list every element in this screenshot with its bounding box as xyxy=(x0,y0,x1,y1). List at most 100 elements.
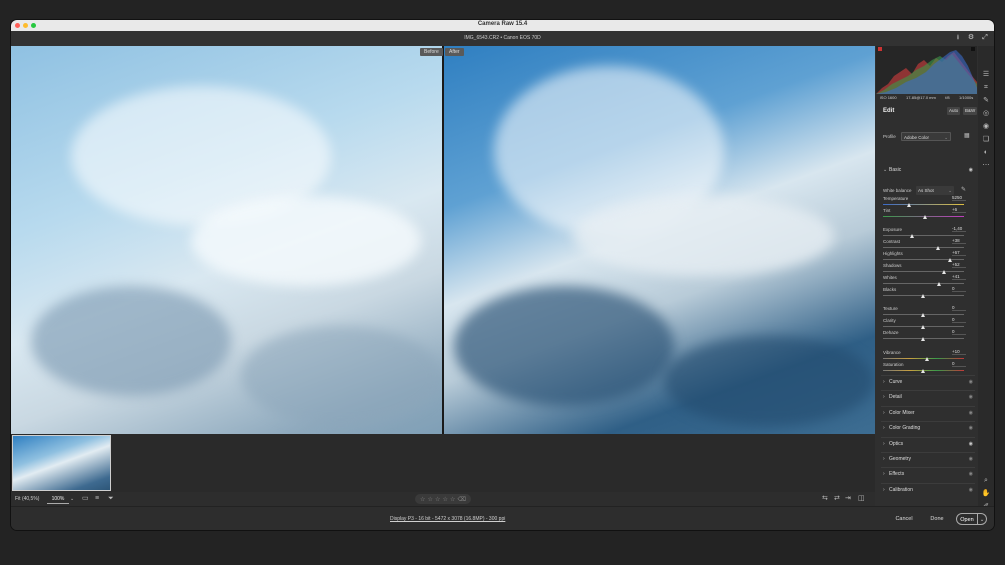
slider-value-field[interactable]: -1,40 xyxy=(952,226,966,232)
visibility-eye-icon[interactable]: ◉ xyxy=(969,393,973,402)
slider-track[interactable] xyxy=(883,259,964,260)
slider-track[interactable] xyxy=(883,247,964,248)
slider-value-field[interactable]: 0 xyxy=(952,317,966,323)
slider-thumb[interactable] xyxy=(925,357,930,361)
slider-thumb[interactable] xyxy=(936,246,941,250)
open-options-chevron-icon[interactable]: ⌄ xyxy=(978,513,987,525)
more-icon[interactable]: ⋯ xyxy=(981,161,991,170)
before-image[interactable] xyxy=(11,46,442,434)
slider-thumb[interactable] xyxy=(937,282,942,286)
slider-track[interactable] xyxy=(883,283,964,284)
cancel-button[interactable]: Cancel xyxy=(891,513,917,525)
shadow-clipping-indicator[interactable] xyxy=(878,47,882,51)
section-geometry[interactable]: › Geometry ◉ xyxy=(883,455,973,464)
copy-settings-icon[interactable]: ⇥ xyxy=(845,495,851,503)
slider-track[interactable] xyxy=(883,358,964,359)
section-optics[interactable]: › Optics ◉ xyxy=(883,440,973,449)
section-color-grading[interactable]: › Color Grading ◉ xyxy=(883,424,973,433)
visibility-eye-icon[interactable]: ◉ xyxy=(969,378,973,387)
slider-value-field[interactable]: +41 xyxy=(952,274,966,280)
slider-value-field[interactable]: 0 xyxy=(952,286,966,292)
star-icon[interactable]: ☆ xyxy=(420,496,425,503)
visibility-eye-icon[interactable]: ◉ xyxy=(969,486,973,495)
slider-value-field[interactable]: +52 xyxy=(952,262,966,268)
slider-value-field[interactable]: +67 xyxy=(952,250,966,256)
open-button[interactable]: Open xyxy=(956,513,978,525)
compare-view-icon[interactable]: ⇆ xyxy=(822,495,828,503)
slider-thumb[interactable] xyxy=(921,325,925,329)
slider-value-field[interactable]: 0 xyxy=(952,361,966,367)
crop-icon[interactable]: ⌗ xyxy=(981,83,991,92)
before-after-toggle-icon[interactable]: ◫ xyxy=(858,495,865,503)
zoom-dropdown-icon[interactable]: ⌄ xyxy=(70,495,74,503)
fullscreen-icon[interactable]: ⤢ xyxy=(981,34,989,42)
bw-button[interactable]: B&W xyxy=(963,107,978,115)
auto-button[interactable]: Auto xyxy=(947,107,961,115)
star-icon[interactable]: ☆ xyxy=(428,496,433,503)
star-icon[interactable]: ☆ xyxy=(443,496,448,503)
section-basic[interactable]: ⌄ Basic ◉ xyxy=(883,166,973,175)
healing-brush-icon[interactable]: ✎ xyxy=(981,96,991,105)
profile-select[interactable]: Adobe Color ⌄ xyxy=(901,132,951,141)
section-calibration[interactable]: › Calibration ◉ xyxy=(883,486,973,495)
swap-before-after-icon[interactable]: ⇄ xyxy=(834,495,840,503)
section-detail[interactable]: › Detail ◉ xyxy=(883,393,973,402)
slider-dehaze[interactable]: Dehaze 0 xyxy=(883,329,972,342)
visibility-eye-icon[interactable]: ◉ xyxy=(969,470,973,479)
star-icon[interactable]: ☆ xyxy=(450,496,455,503)
before-label[interactable]: Before xyxy=(420,48,443,56)
section-color-mixer[interactable]: › Color Mixer ◉ xyxy=(883,409,973,418)
after-label[interactable]: After xyxy=(445,48,464,56)
image-viewer[interactable]: Before After xyxy=(11,46,875,434)
slider-value-field[interactable]: +38 xyxy=(952,238,966,244)
delete-mark-icon[interactable]: ⌫ xyxy=(457,496,465,503)
slider-track[interactable] xyxy=(883,235,964,236)
visibility-eye-icon[interactable]: ◉ xyxy=(969,424,973,433)
filmstrip-thumbnail[interactable] xyxy=(12,435,111,491)
slider-value-field[interactable]: 0 xyxy=(952,305,966,311)
fit-zoom-label[interactable]: Fit (40,5%) xyxy=(15,496,39,502)
slider-saturation[interactable]: Saturation 0 xyxy=(883,361,972,374)
slider-thumb[interactable] xyxy=(921,369,925,373)
filter-icon[interactable]: ⏷ xyxy=(108,495,114,503)
done-button[interactable]: Done xyxy=(925,513,949,525)
visibility-eye-icon[interactable]: ◉ xyxy=(969,409,973,418)
profile-browser-icon[interactable]: ▦ xyxy=(964,132,970,141)
slider-thumb[interactable] xyxy=(921,294,925,298)
hand-tool-icon[interactable]: ✋ xyxy=(981,489,991,498)
workflow-options-link[interactable]: Display P3 - 16 bit - 5472 x 3078 (16.8M… xyxy=(390,516,505,522)
save-image-icon[interactable]: ⭳ xyxy=(954,34,962,42)
visibility-eye-icon[interactable]: ◉ xyxy=(969,455,973,464)
section-curve[interactable]: › Curve ◉ xyxy=(883,378,973,387)
section-effects[interactable]: › Effects ◉ xyxy=(883,470,973,479)
presets-icon[interactable]: ◐ xyxy=(981,148,991,157)
slider-tint[interactable]: Tint +6 xyxy=(883,207,972,220)
edit-sliders-icon[interactable]: ☰ xyxy=(981,70,991,79)
slider-value-field[interactable]: +10 xyxy=(952,349,966,355)
visibility-eye-icon[interactable]: ◉ xyxy=(969,440,973,449)
slider-track[interactable] xyxy=(883,204,964,205)
filmstrip-toggle-icon[interactable]: ▭ xyxy=(82,495,89,503)
red-eye-icon[interactable]: ◉ xyxy=(981,122,991,131)
zoom-tool-icon[interactable]: ⌕ xyxy=(981,476,991,485)
slider-thumb[interactable] xyxy=(921,313,925,317)
slider-thumb[interactable] xyxy=(942,270,947,274)
slider-thumb[interactable] xyxy=(909,234,914,238)
after-image[interactable] xyxy=(444,46,875,434)
snapshots-icon[interactable]: ❏ xyxy=(981,135,991,144)
star-icon[interactable]: ☆ xyxy=(435,496,440,503)
white-balance-select[interactable]: As Shot ⌄ xyxy=(916,186,954,195)
slider-track[interactable] xyxy=(883,271,964,272)
sort-icon[interactable]: ≡ xyxy=(95,495,99,503)
visibility-eye-icon[interactable]: ◉ xyxy=(969,166,973,175)
slider-value-field[interactable]: 0 xyxy=(952,329,966,335)
slider-value-field[interactable]: 5250 xyxy=(952,195,966,201)
slider-blacks[interactable]: Blacks 0 xyxy=(883,286,972,299)
eyedropper-icon[interactable]: ✎ xyxy=(961,186,966,195)
slider-value-field[interactable]: +6 xyxy=(952,207,966,213)
slider-thumb[interactable] xyxy=(907,203,912,207)
rating-stars[interactable]: ☆ ☆ ☆ ☆ ☆ ⌫ xyxy=(415,494,471,504)
slider-thumb[interactable] xyxy=(923,215,928,219)
highlight-clipping-indicator[interactable] xyxy=(971,47,975,51)
zoom-level-field[interactable]: 100% xyxy=(47,494,69,504)
